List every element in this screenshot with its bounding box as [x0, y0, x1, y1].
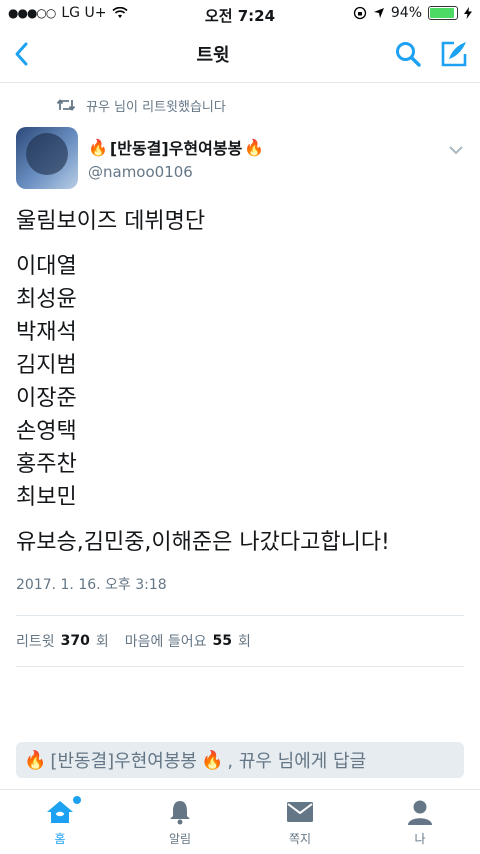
tab-label: 나 [414, 831, 426, 846]
tab-me[interactable]: 나 [360, 790, 480, 854]
back-chevron-icon[interactable] [12, 41, 32, 67]
retweets-count[interactable]: 370 [61, 633, 90, 649]
member-name: 이장준 [16, 386, 77, 411]
fire-emoji-icon: 🔥 [244, 137, 265, 157]
tab-label: 쪽지 [288, 831, 312, 846]
bell-icon [170, 800, 190, 824]
author-name[interactable]: 🔥 [반동결]우현여봉봉 🔥 [88, 135, 448, 159]
person-icon [408, 800, 432, 825]
tab-bar: 홈 알림 쪽지 나 [0, 789, 480, 854]
avatar[interactable] [16, 127, 78, 189]
page-title: 트윗 [196, 45, 230, 66]
author-name-text: [반동결]우현여봉봉 [109, 139, 243, 158]
likes-unit: 회 [237, 634, 251, 650]
reply-suffix: , 뀨우 님에게 답글 [227, 751, 367, 772]
home-icon [47, 800, 73, 823]
fire-emoji-icon: 🔥 [88, 137, 108, 157]
member-name: 최보민 [16, 485, 77, 510]
retweets-label: 리트윗 [16, 634, 55, 650]
retweet-notice: 뀨우 님이 리트윗했습니다 [0, 83, 480, 127]
envelope-icon [287, 801, 313, 822]
tweet-stats: 리트윗 370 회 마음에 들어요 55 회 [0, 616, 480, 666]
fire-emoji-icon: 🔥 [200, 749, 224, 771]
tab-label: 알림 [168, 831, 192, 846]
reply-input[interactable]: 🔥 [반동결]우현여봉봉 🔥 , 뀨우 님에게 답글 [16, 742, 464, 778]
tweet-author: 🔥 [반동결]우현여봉봉 🔥 @namoo0106 [0, 127, 480, 197]
tab-home[interactable]: 홈 [0, 790, 120, 854]
tweet-body: 울림보이즈 데뷔명단 이대열 최성윤 박재석 김지범 이장준 손영택 홍주찬 최… [0, 197, 480, 559]
likes-count[interactable]: 55 [213, 633, 232, 649]
search-icon[interactable] [394, 40, 422, 68]
tab-messages[interactable]: 쪽지 [240, 790, 360, 854]
nav-bar: 트윗 [0, 26, 480, 83]
chevron-down-icon[interactable] [448, 127, 464, 161]
member-name: 이대열 [16, 254, 77, 279]
divider [16, 666, 464, 667]
compose-tweet-icon[interactable] [440, 40, 468, 68]
tab-notifications[interactable]: 알림 [120, 790, 240, 854]
clock: 오전 7:24 [204, 7, 276, 25]
author-handle[interactable]: @namoo0106 [88, 163, 448, 181]
tweet-timestamp: 2017. 1. 16. 오후 3:18 [16, 577, 167, 593]
member-name: 박재석 [16, 320, 77, 345]
battery-fill [430, 8, 455, 18]
tweet-footer-line: 유보승,김민중,이해준은 나갔다고합니다! [16, 530, 390, 555]
tab-label: 홈 [54, 831, 66, 846]
likes-label: 마음에 들어요 [124, 634, 207, 650]
member-name: 김지범 [16, 353, 77, 378]
notification-dot [73, 795, 81, 804]
member-name: 손영택 [16, 419, 77, 444]
tweet-headline: 울림보이즈 데뷔명단 [16, 209, 206, 234]
retweet-notice-text: 뀨우 님이 리트윗했습니다 [86, 99, 226, 115]
reply-target-name: [반동결]우현여봉봉 [50, 751, 197, 772]
retweet-icon [56, 99, 76, 111]
member-name: 최성윤 [16, 287, 77, 312]
status-bar: ●●●○○ LG U+ 오전 7:24 94% [0, 0, 480, 26]
battery-icon [428, 6, 458, 20]
fire-emoji-icon: 🔥 [24, 749, 47, 771]
retweets-unit: 회 [95, 634, 109, 650]
member-name: 홍주찬 [16, 452, 77, 477]
